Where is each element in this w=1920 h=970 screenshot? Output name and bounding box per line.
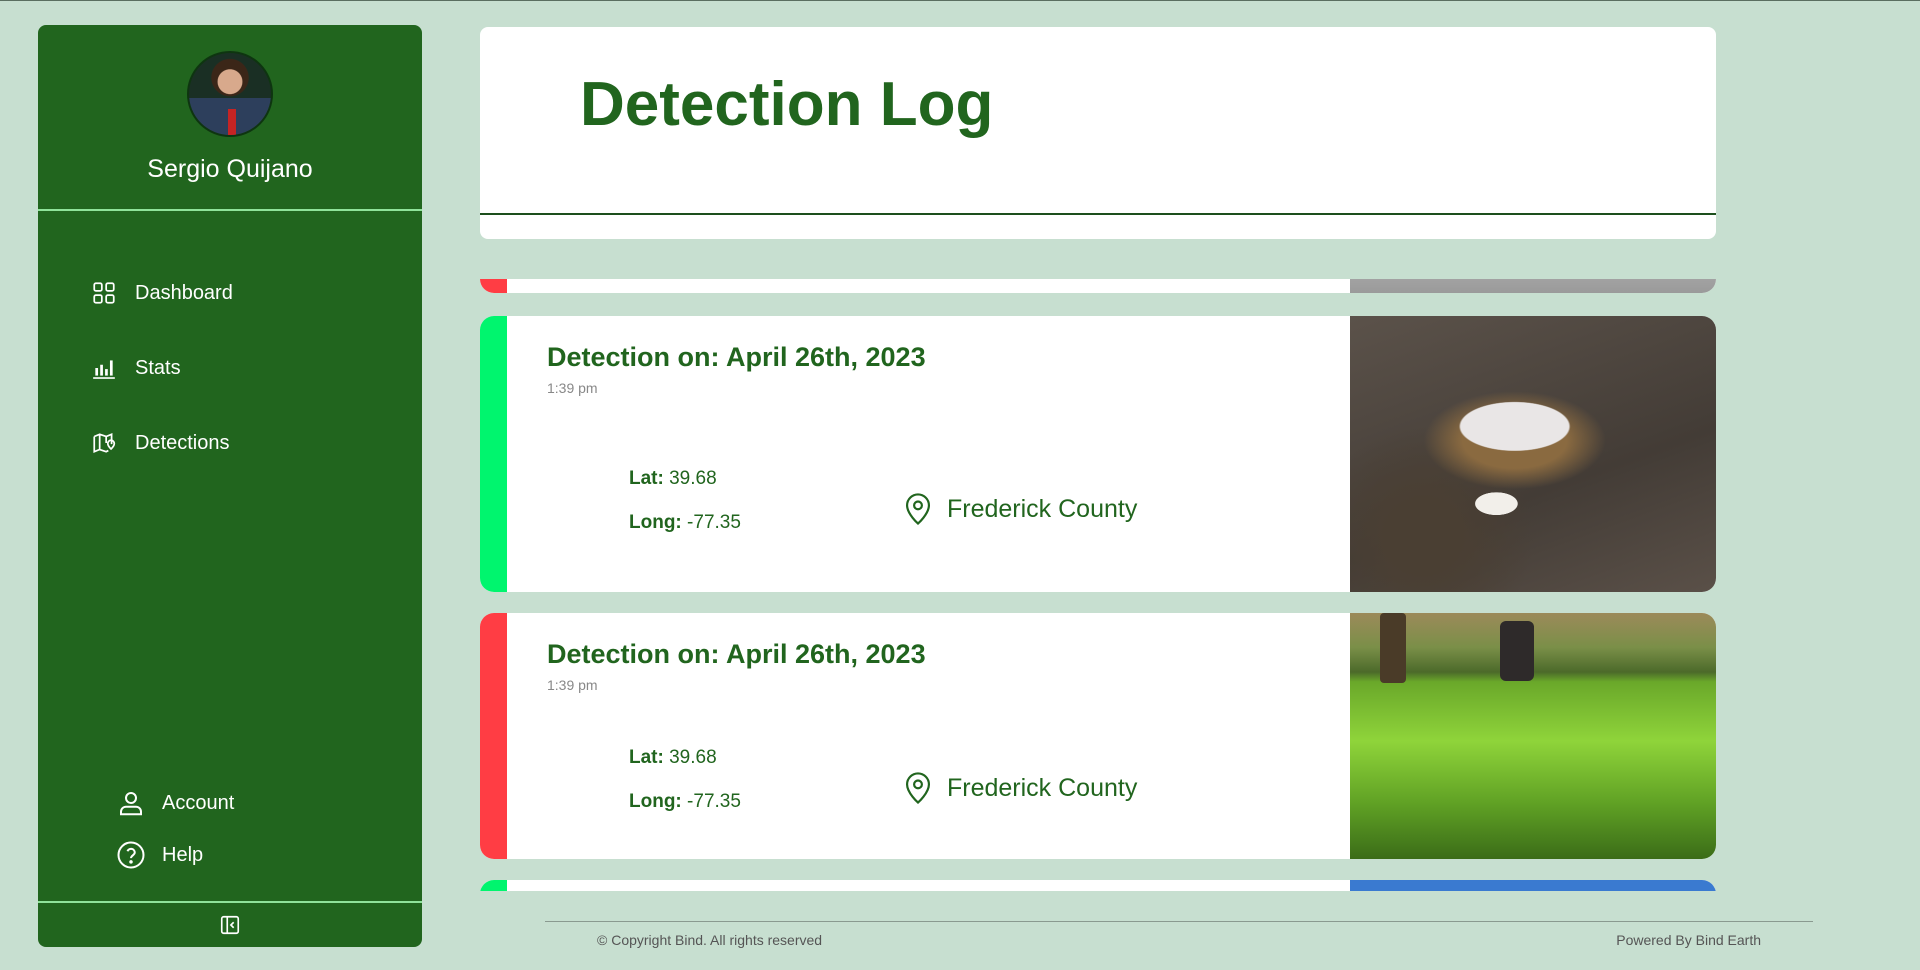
detection-title: Detection on: April 26th, 2023 (547, 639, 926, 669)
lat-value: 39.68 (669, 468, 717, 489)
long-value: -77.35 (687, 512, 741, 533)
card-body (507, 880, 1350, 891)
card-body: Detection on: April 26th, 2023 1:39 pm L… (507, 316, 1350, 592)
nav-label-detections: Detections (135, 431, 230, 454)
detection-list[interactable]: Detection on: April 26th, 2023 1:39 pm L… (480, 279, 1716, 891)
status-stripe (480, 880, 507, 891)
detection-card[interactable]: Detection on: April 26th, 2023 1:39 pm L… (480, 613, 1716, 859)
user-icon (120, 792, 142, 816)
profile-section: Sergio Quijano (38, 25, 422, 211)
coordinates: Lat: 39.68 Long: -77.35 (629, 747, 741, 835)
card-body (507, 279, 1350, 293)
location-name: Frederick County (947, 494, 1138, 523)
long-value: -77.35 (687, 791, 741, 812)
lat-label: Lat: (629, 468, 664, 489)
status-stripe (480, 316, 507, 592)
main-nav: Dashboard Stats Detections (38, 273, 422, 498)
status-stripe (480, 279, 507, 293)
help-circle-icon (117, 841, 145, 869)
location-name: Frederick County (947, 773, 1138, 802)
detection-card-partial[interactable] (480, 279, 1716, 293)
long-label: Long: (629, 791, 682, 812)
nav-label-stats: Stats (135, 356, 181, 379)
bottom-nav: Account Help (38, 783, 422, 887)
location-pin-icon (905, 493, 931, 526)
detection-card[interactable]: Detection on: April 26th, 2023 1:39 pm L… (480, 316, 1716, 592)
long-label: Long: (629, 512, 682, 533)
nav-item-help[interactable]: Help (38, 835, 422, 875)
copyright-text: © Copyright Bind. All rights reserved (597, 932, 823, 948)
bar-chart-icon (93, 360, 115, 379)
grid-icon (93, 282, 115, 304)
map-pin-icon (93, 433, 116, 453)
coordinates: Lat: 39.68 Long: -77.35 (629, 468, 741, 556)
detection-image[interactable] (1350, 613, 1716, 859)
collapse-sidebar-icon (220, 915, 240, 935)
powered-by-text: Powered By Bind Earth (1616, 932, 1761, 948)
detection-time: 1:39 pm (547, 380, 598, 396)
nav-label-dashboard: Dashboard (135, 281, 233, 304)
location-pin-icon (905, 772, 931, 805)
detection-image[interactable] (1350, 880, 1716, 891)
nav-label-help: Help (162, 843, 204, 866)
footer: © Copyright Bind. All rights reserved Po… (545, 921, 1813, 948)
detection-image[interactable] (1350, 279, 1716, 293)
nav-item-dashboard[interactable]: Dashboard (38, 273, 422, 313)
detection-title: Detection on: April 26th, 2023 (547, 342, 926, 372)
detection-card-partial[interactable] (480, 880, 1716, 891)
header-card: Detection Log (480, 27, 1716, 239)
sidebar: Sergio Quijano Dashboard Stats Detection… (38, 25, 422, 947)
status-stripe (480, 613, 507, 859)
page-title: Detection Log (580, 70, 994, 139)
location: Frederick County (903, 771, 1137, 805)
nav-item-account[interactable]: Account (38, 783, 422, 823)
profile-name: Sergio Quijano (147, 155, 313, 183)
avatar[interactable] (187, 51, 273, 137)
card-body: Detection on: April 26th, 2023 1:39 pm L… (507, 613, 1350, 859)
detection-time: 1:39 pm (547, 677, 598, 693)
nav-item-detections[interactable]: Detections (38, 423, 422, 463)
lat-value: 39.68 (669, 747, 717, 768)
nav-label-account: Account (162, 791, 235, 814)
collapse-sidebar-button[interactable] (38, 901, 422, 947)
lat-label: Lat: (629, 747, 664, 768)
location: Frederick County (903, 492, 1137, 526)
header-divider (480, 213, 1716, 215)
detection-image[interactable] (1350, 316, 1716, 592)
nav-item-stats[interactable]: Stats (38, 348, 422, 388)
